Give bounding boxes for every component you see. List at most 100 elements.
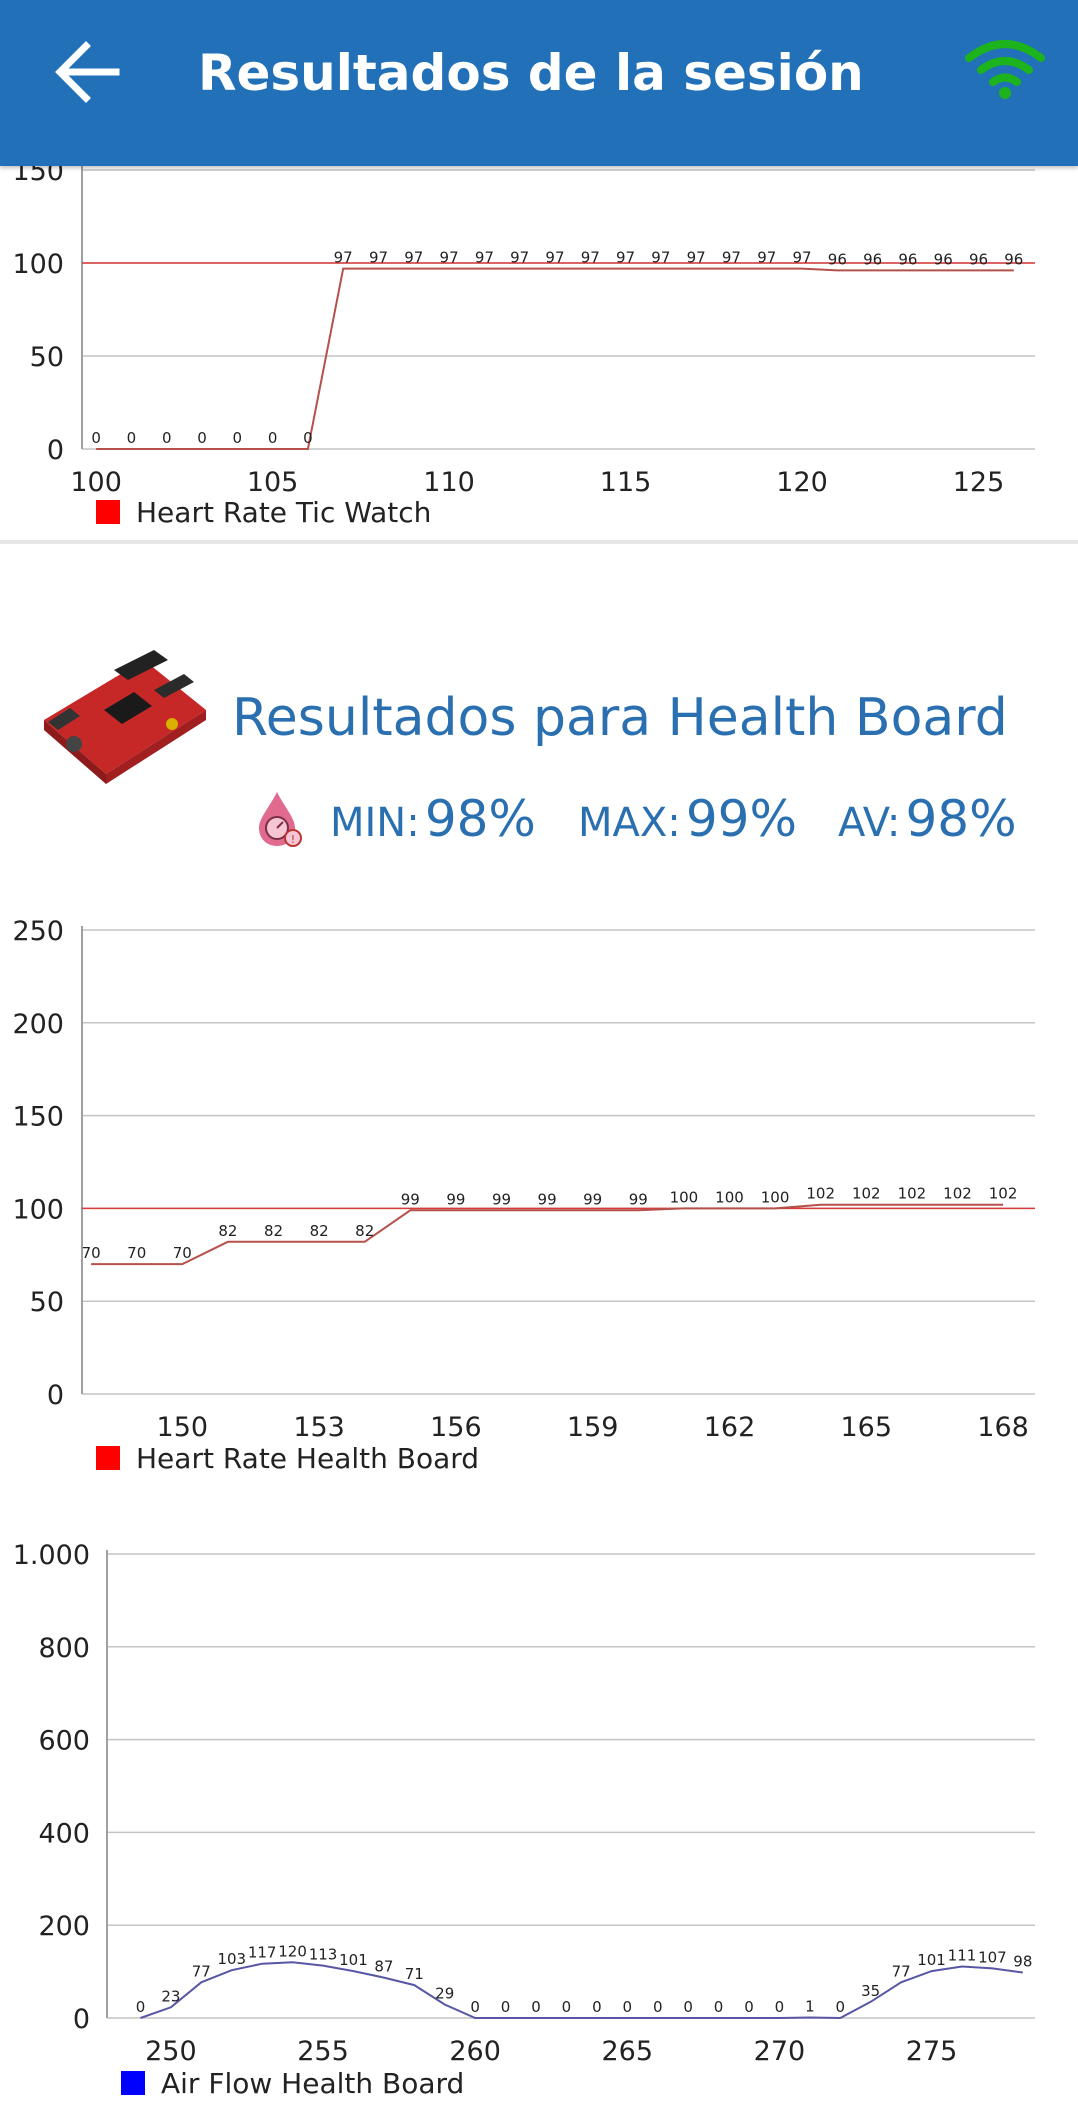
app-bar: Resultados de la sesión <box>0 0 1078 166</box>
legend-label: Heart Rate Health Board <box>136 1442 479 1475</box>
data-label: 98 <box>1013 1953 1032 1971</box>
x-tick-label: 265 <box>602 2036 654 2067</box>
data-label: 102 <box>806 1185 835 1203</box>
data-label: 71 <box>405 1965 424 1983</box>
data-label: 82 <box>218 1222 237 1240</box>
x-tick-label: 260 <box>449 2036 501 2067</box>
stat-av: AV: 98% <box>838 790 1017 848</box>
wifi-icon <box>965 40 1045 99</box>
data-label: 100 <box>761 1188 790 1206</box>
data-label: 99 <box>538 1190 557 1208</box>
x-tick-label: 115 <box>600 467 652 498</box>
data-label: 97 <box>545 249 564 267</box>
data-label: 0 <box>714 1998 724 2016</box>
data-label: 0 <box>470 1998 480 2016</box>
data-label: 23 <box>161 1987 180 2005</box>
y-tick-label: 100 <box>12 249 64 280</box>
y-tick-label: 0 <box>47 1380 64 1411</box>
data-label: 99 <box>492 1190 511 1208</box>
y-tick-label: 150 <box>12 1102 64 1133</box>
data-label: 101 <box>339 1951 368 1969</box>
data-label: 70 <box>127 1244 146 1262</box>
y-tick-label: 200 <box>38 1911 90 1942</box>
x-tick-label: 156 <box>430 1412 482 1443</box>
data-label: 97 <box>722 249 741 267</box>
data-label: 70 <box>82 1244 101 1262</box>
data-label: 97 <box>581 249 600 267</box>
data-label: 117 <box>248 1944 277 1962</box>
data-label: 96 <box>898 250 917 268</box>
data-label: 0 <box>835 1998 845 2016</box>
data-label: 103 <box>217 1950 246 1968</box>
data-label: 0 <box>303 429 313 447</box>
data-label: 96 <box>934 250 953 268</box>
legend-label: Air Flow Health Board <box>161 2067 464 2100</box>
x-tick-label: 162 <box>704 1412 756 1443</box>
data-label: 0 <box>91 429 101 447</box>
air-flow-health-board-chart: 0 200 400 600 800 1.000 250 255 260 265 270 275 0 23 7… <box>0 1525 1078 2105</box>
data-label: 0 <box>683 1998 693 2016</box>
stat-min: MIN: 98% <box>330 790 536 848</box>
data-label: 97 <box>757 249 776 267</box>
data-label: 99 <box>629 1190 648 1208</box>
y-tick-label: 200 <box>12 1009 64 1040</box>
y-tick-label: 50 <box>30 342 64 373</box>
data-label: 97 <box>510 249 529 267</box>
section-divider <box>0 540 1078 544</box>
data-label: 82 <box>355 1222 374 1240</box>
data-label: 29 <box>435 1985 454 2003</box>
data-label: 97 <box>404 249 423 267</box>
data-label: 102 <box>898 1185 927 1203</box>
x-tick-label: 105 <box>247 467 299 498</box>
x-tick-label: 255 <box>297 2036 349 2067</box>
page-title: Resultados de la sesión <box>198 44 864 102</box>
series-line <box>140 1961 1023 2020</box>
data-label: 77 <box>192 1962 211 1980</box>
y-tick-label: 600 <box>38 1726 90 1757</box>
y-tick-label: 50 <box>30 1287 64 1318</box>
legend-swatch <box>121 2071 145 2095</box>
board-title: Resultados para Health Board <box>232 688 1008 748</box>
data-label: 96 <box>1004 250 1023 268</box>
x-tick-label: 168 <box>977 1412 1029 1443</box>
stat-av-value: 98% <box>905 790 1017 848</box>
x-tick-label: 275 <box>906 2036 958 2067</box>
data-label: 0 <box>744 1998 754 2016</box>
data-label: 96 <box>828 250 847 268</box>
data-label: 82 <box>310 1222 329 1240</box>
data-label: 77 <box>892 1962 911 1980</box>
data-label: 0 <box>623 1998 633 2016</box>
data-label: 0 <box>775 1998 785 2016</box>
legend-swatch <box>96 500 120 524</box>
data-label: 100 <box>670 1188 699 1206</box>
y-tick-label: 100 <box>12 1194 64 1225</box>
y-tick-label: 400 <box>38 1818 90 1849</box>
data-label: 101 <box>917 1951 946 1969</box>
legend-swatch <box>96 1446 120 1470</box>
x-tick-label: 159 <box>567 1412 619 1443</box>
y-tick-label: 800 <box>38 1633 90 1664</box>
y-tick-label: 1.000 <box>13 1540 90 1571</box>
data-label: 97 <box>792 249 811 267</box>
x-tick-label: 125 <box>953 467 1005 498</box>
series-line <box>96 267 1014 450</box>
y-tick-label: 250 <box>12 916 64 947</box>
data-label: 0 <box>562 1998 572 2016</box>
svg-text:!: ! <box>291 833 295 846</box>
data-label: 70 <box>173 1244 192 1262</box>
stat-min-value: 98% <box>424 790 536 848</box>
data-label: 87 <box>374 1958 393 1976</box>
x-tick-label: 270 <box>754 2036 806 2067</box>
data-label: 0 <box>197 429 207 447</box>
data-label: 82 <box>264 1222 283 1240</box>
x-tick-label: 150 <box>157 1412 209 1443</box>
data-label: 0 <box>592 1998 602 2016</box>
stat-av-label: AV: <box>838 800 901 846</box>
data-label: 100 <box>715 1188 744 1206</box>
data-label: 0 <box>268 429 278 447</box>
heart-rate-tic-watch-chart: 0 50 100 150 100 105 110 115 120 125 0 0 0 0 0 0 0 97 97 97… <box>0 150 1078 540</box>
x-tick-label: 165 <box>841 1412 893 1443</box>
data-label: 99 <box>583 1190 602 1208</box>
arrow-left-icon[interactable] <box>50 34 126 110</box>
data-label: 113 <box>309 1946 338 1964</box>
